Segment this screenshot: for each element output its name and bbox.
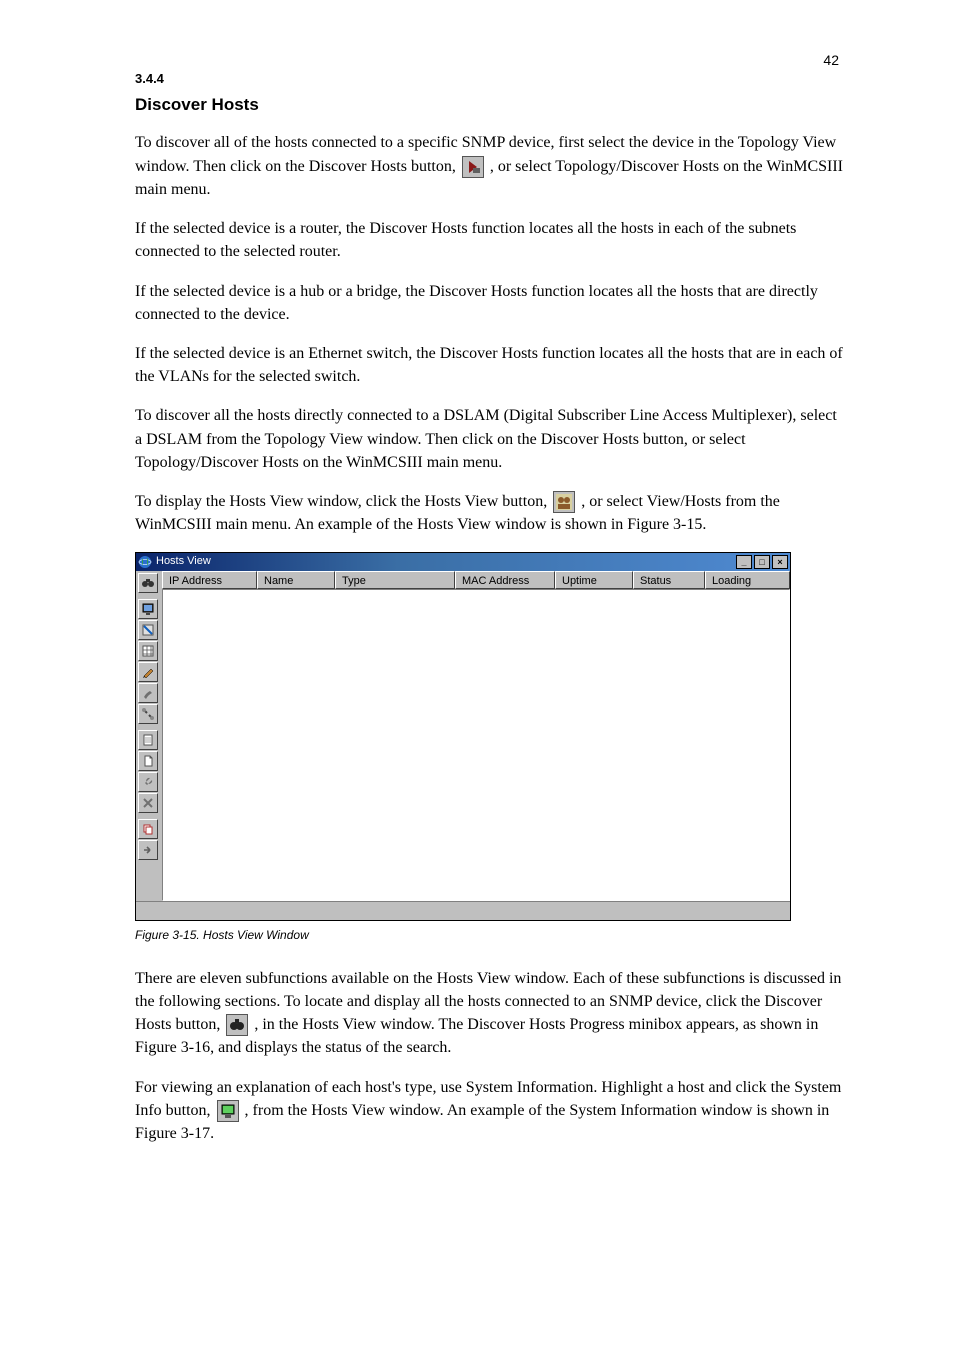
col-loading[interactable]: Loading	[705, 571, 790, 589]
brush-icon[interactable]	[138, 683, 158, 703]
page-number: 42	[823, 50, 839, 70]
paragraph: If the selected device is an Ethernet sw…	[135, 342, 844, 388]
minimize-button[interactable]: _	[736, 555, 752, 569]
delete-x-icon[interactable]	[138, 793, 158, 813]
maximize-button[interactable]: □	[754, 555, 770, 569]
hosts-view-window: Hosts View _ □ ×	[135, 552, 791, 921]
col-type[interactable]: Type	[335, 571, 455, 589]
tools-icon[interactable]	[138, 704, 158, 724]
page-icon[interactable]	[138, 751, 158, 771]
copy-icon[interactable]	[138, 819, 158, 839]
discover-hosts-icon	[462, 156, 484, 178]
binoculars-icon	[226, 1014, 248, 1036]
col-ip[interactable]: IP Address	[162, 571, 257, 589]
list-body[interactable]	[162, 589, 790, 901]
col-status[interactable]: Status	[633, 571, 705, 589]
arrow-right-icon[interactable]	[138, 840, 158, 860]
pencil-icon[interactable]	[138, 662, 158, 682]
hosts-view-icon	[553, 491, 575, 513]
section-number: 3.4.4	[135, 70, 844, 89]
paragraph: To display the Hosts View window, click …	[135, 490, 844, 537]
figure-caption: Figure 3-15. Hosts View Window	[135, 927, 844, 944]
paragraph: If the selected device is a hub or a bri…	[135, 280, 844, 326]
grid-icon[interactable]	[138, 641, 158, 661]
column-headers: IP Address Name Type MAC Address Uptime …	[162, 571, 790, 589]
sheet-icon[interactable]	[138, 730, 158, 750]
maximize-glyph: □	[759, 558, 764, 567]
paragraph: For viewing an explanation of each host'…	[135, 1076, 844, 1146]
monitor-icon[interactable]	[138, 599, 158, 619]
close-glyph: ×	[777, 558, 782, 567]
binoculars-icon[interactable]	[138, 573, 158, 593]
paragraph: To discover all the hosts directly conne…	[135, 404, 844, 474]
paragraph: To discover all of the hosts connected t…	[135, 131, 844, 201]
section-title: Discover Hosts	[135, 93, 844, 118]
col-uptime[interactable]: Uptime	[555, 571, 633, 589]
text: To display the Hosts View window, click …	[135, 493, 551, 510]
close-button[interactable]: ×	[772, 555, 788, 569]
paragraph: If the selected device is a router, the …	[135, 217, 844, 263]
wrench-icon[interactable]	[138, 772, 158, 792]
titlebar[interactable]: Hosts View _ □ ×	[136, 553, 790, 571]
globe-icon	[138, 555, 152, 569]
paint-icon[interactable]	[138, 620, 158, 640]
text: , from the Hosts View window. An example…	[135, 1102, 829, 1142]
minimize-glyph: _	[741, 558, 746, 567]
statusbar	[136, 901, 790, 920]
system-info-icon	[217, 1100, 239, 1122]
col-name[interactable]: Name	[257, 571, 335, 589]
side-toolbar	[136, 571, 162, 901]
paragraph: There are eleven subfunctions available …	[135, 967, 844, 1060]
col-mac[interactable]: MAC Address	[455, 571, 555, 589]
window-title: Hosts View	[156, 554, 734, 570]
